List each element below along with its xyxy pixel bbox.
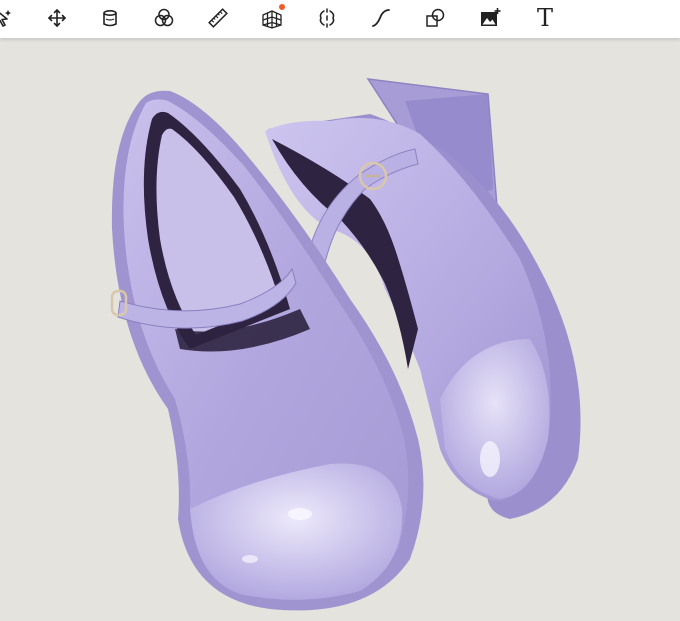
perspective-tool-button[interactable] — [257, 3, 287, 33]
shoe-artwork — [110, 78, 581, 611]
fill-tool-button[interactable] — [95, 3, 125, 33]
text-tool-icon: T — [536, 4, 553, 32]
insert-image-button[interactable] — [475, 3, 505, 33]
text-tool-button[interactable]: T — [530, 3, 560, 33]
shapes-icon — [426, 8, 445, 27]
selection-tool-button[interactable] — [0, 3, 18, 33]
ruler-tool-button[interactable] — [203, 3, 233, 33]
move-transform-icon — [47, 8, 67, 28]
curve-stroke-icon — [372, 9, 390, 27]
symmetry-icon — [319, 8, 335, 28]
notification-dot — [279, 4, 285, 10]
symmetry-tool-button[interactable] — [312, 3, 342, 33]
move-tool-button[interactable] — [42, 3, 72, 33]
drawing-toolbar: T — [0, 0, 680, 39]
fill-bucket-icon — [103, 9, 117, 27]
perspective-grid-icon — [262, 10, 282, 29]
curve-tool-button[interactable] — [366, 3, 396, 33]
insert-image-icon — [481, 8, 501, 26]
blend-tool-button[interactable] — [149, 3, 179, 33]
shapes-tool-button[interactable] — [420, 3, 450, 33]
ruler-icon — [208, 8, 228, 28]
drawing-canvas[interactable] — [0, 39, 680, 621]
selection-arrow-icon — [0, 10, 11, 27]
blend-circles-icon — [154, 8, 174, 27]
